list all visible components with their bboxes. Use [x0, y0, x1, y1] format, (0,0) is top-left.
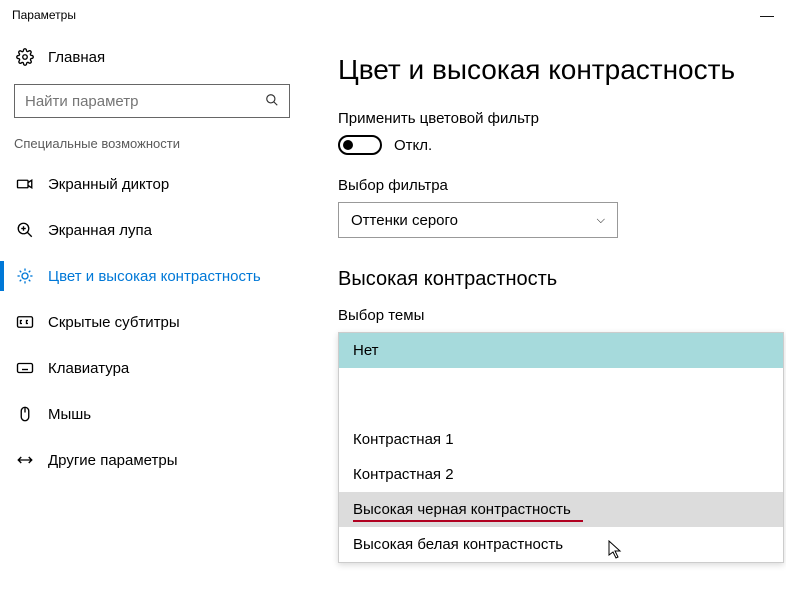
theme-option-highblack[interactable]: Высокая черная контрастность — [339, 492, 783, 527]
theme-option-label: Контрастная 2 — [353, 466, 454, 483]
theme-option-contrast2[interactable]: Контрастная 2 — [339, 457, 783, 492]
filter-toggle[interactable] — [338, 135, 382, 155]
sidebar-item-label: Мышь — [48, 406, 91, 423]
captions-icon — [16, 313, 34, 331]
theme-dropdown[interactable]: Нет Контрастная 1 Контрастная 2 Высокая … — [338, 332, 784, 563]
sidebar-section-title: Специальные возможности — [14, 136, 300, 151]
mouse-icon — [16, 405, 34, 423]
chevron-down-icon: ⌵ — [597, 214, 605, 227]
sidebar-item-captions[interactable]: Скрытые субтитры — [14, 299, 300, 345]
theme-option-label: Нет — [353, 342, 379, 359]
window-title: Параметры — [12, 8, 76, 22]
sidebar-item-label: Экранная лупа — [48, 222, 152, 239]
toggle-knob — [343, 140, 353, 150]
home-button[interactable]: Главная — [14, 38, 300, 76]
theme-option-label: Высокая черная контрастность — [353, 501, 571, 518]
theme-option-label: Контрастная 1 — [353, 431, 454, 448]
sidebar-item-label: Скрытые субтитры — [48, 314, 180, 331]
sidebar-item-label: Цвет и высокая контрастность — [48, 268, 261, 285]
sidebar-item-label: Другие параметры — [48, 452, 178, 469]
theme-option-none[interactable]: Нет — [339, 333, 783, 368]
filter-select-label: Выбор фильтра — [338, 177, 786, 194]
filter-select[interactable]: Оттенки серого ⌵ — [338, 202, 618, 238]
sidebar-item-label: Клавиатура — [48, 360, 129, 377]
search-icon — [265, 93, 279, 110]
minimize-button[interactable]: — — [760, 7, 774, 23]
main-content: Цвет и высокая контрастность Применить ц… — [300, 30, 786, 606]
sidebar-item-narrator[interactable]: Экранный диктор — [14, 161, 300, 207]
sidebar-item-mouse[interactable]: Мышь — [14, 391, 300, 437]
gear-icon — [16, 48, 34, 66]
titlebar: Параметры — — [0, 0, 786, 30]
sidebar-item-magnifier[interactable]: Экранная лупа — [14, 207, 300, 253]
arrows-icon — [16, 451, 34, 469]
window-controls: — — [760, 7, 774, 23]
filter-apply-label: Применить цветовой фильтр — [338, 110, 786, 127]
brightness-icon — [16, 267, 34, 285]
sidebar-item-keyboard[interactable]: Клавиатура — [14, 345, 300, 391]
theme-option-contrast1[interactable]: Контрастная 1 — [339, 422, 783, 457]
toggle-state-label: Откл. — [394, 137, 432, 154]
page-title: Цвет и высокая контрастность — [338, 54, 786, 86]
home-label: Главная — [48, 49, 105, 66]
theme-select-label: Выбор темы — [338, 307, 786, 324]
search-field[interactable] — [25, 93, 245, 110]
sidebar-item-color-contrast[interactable]: Цвет и высокая контрастность — [14, 253, 300, 299]
contrast-heading: Высокая контрастность — [338, 268, 786, 291]
magnifier-icon — [16, 221, 34, 239]
sidebar-item-other[interactable]: Другие параметры — [14, 437, 300, 483]
dropdown-spacer — [339, 368, 783, 422]
theme-option-highwhite[interactable]: Высокая белая контрастность — [339, 527, 783, 562]
sidebar: Главная Специальные возможности Экранный… — [0, 30, 300, 606]
narrator-icon — [16, 175, 34, 193]
sidebar-item-label: Экранный диктор — [48, 176, 169, 193]
search-input[interactable] — [14, 84, 290, 118]
filter-select-value: Оттенки серого — [351, 212, 458, 229]
theme-option-label: Высокая белая контрастность — [353, 536, 563, 553]
keyboard-icon — [16, 359, 34, 377]
